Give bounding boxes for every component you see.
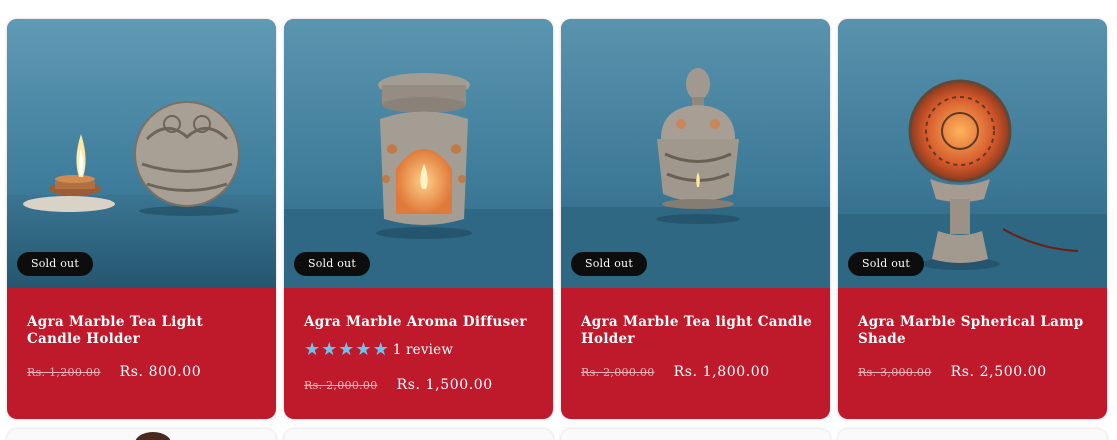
regular-price: Rs. 2,000.00: [304, 379, 378, 392]
product-image[interactable]: Sold out: [838, 19, 1107, 288]
sale-price: Rs. 2,500.00: [950, 364, 1047, 380]
sold-out-badge: Sold out: [294, 252, 370, 276]
product-image[interactable]: Sold out: [284, 19, 553, 288]
product-title[interactable]: Agra Marble Spherical Lamp Shade: [858, 314, 1093, 348]
star-icon: ★: [338, 339, 355, 360]
aroma-diffuser-photo-icon: [284, 19, 553, 288]
product-card[interactable]: Sold out Agra Marble Aroma Diffuser ★ ★ …: [284, 19, 553, 419]
product-card[interactable]: Sold out Agra Marble Tea Light Candle Ho…: [7, 19, 276, 419]
product-image-thumbnail-icon: [135, 432, 171, 440]
product-info: Agra Marble Tea light Candle Holder Rs. …: [561, 288, 830, 419]
product-image[interactable]: Sold out: [7, 19, 276, 288]
product-image[interactable]: Sold out: [561, 19, 830, 288]
product-grid: Sold out Agra Marble Tea Light Candle Ho…: [0, 0, 1117, 440]
regular-price: Rs. 3,000.00: [858, 366, 932, 379]
product-title[interactable]: Agra Marble Tea Light Candle Holder: [27, 314, 262, 348]
sold-out-badge: Sold out: [17, 252, 93, 276]
star-icon: ★: [321, 339, 338, 360]
product-info: Agra Marble Tea Light Candle Holder Rs. …: [7, 288, 276, 419]
regular-price: Rs. 2,000.00: [581, 366, 655, 379]
product-card-next-row[interactable]: [284, 429, 553, 440]
sale-price: Rs. 1,500.00: [396, 377, 493, 393]
product-info: Agra Marble Aroma Diffuser ★ ★ ★ ★ ★ 1 r…: [284, 288, 553, 419]
product-card[interactable]: Sold out Agra Marble Spherical Lamp Shad…: [838, 19, 1107, 419]
star-rating[interactable]: ★ ★ ★ ★ ★ 1 review: [304, 340, 453, 360]
sold-out-badge: Sold out: [848, 252, 924, 276]
product-card[interactable]: Sold out Agra Marble Tea light Candle Ho…: [561, 19, 830, 419]
sale-price: Rs. 800.00: [119, 364, 202, 380]
review-count: 1 review: [392, 342, 454, 358]
sold-out-badge: Sold out: [571, 252, 647, 276]
product-title[interactable]: Agra Marble Aroma Diffuser: [304, 314, 539, 331]
product-card-next-row[interactable]: [838, 429, 1107, 440]
price: Rs. 3,000.00 Rs. 2,500.00: [858, 361, 1047, 380]
price: Rs. 2,000.00 Rs. 1,500.00: [304, 374, 493, 393]
star-icon: ★: [304, 339, 321, 360]
candle-holder-photo-icon: [7, 19, 276, 288]
product-card-next-row[interactable]: [7, 429, 276, 440]
price: Rs. 2,000.00 Rs. 1,800.00: [581, 361, 770, 380]
product-info: Agra Marble Spherical Lamp Shade Rs. 3,0…: [838, 288, 1107, 419]
star-icon: ★: [372, 339, 389, 360]
product-card-next-row[interactable]: [561, 429, 830, 440]
regular-price: Rs. 1,200.00: [27, 366, 101, 379]
price: Rs. 1,200.00 Rs. 800.00: [27, 361, 201, 380]
star-icon: ★: [355, 339, 372, 360]
sale-price: Rs. 1,800.00: [673, 364, 770, 380]
product-title[interactable]: Agra Marble Tea light Candle Holder: [581, 314, 816, 348]
spherical-lamp-photo-icon: [838, 19, 1107, 288]
domed-candle-holder-photo-icon: [561, 19, 830, 288]
